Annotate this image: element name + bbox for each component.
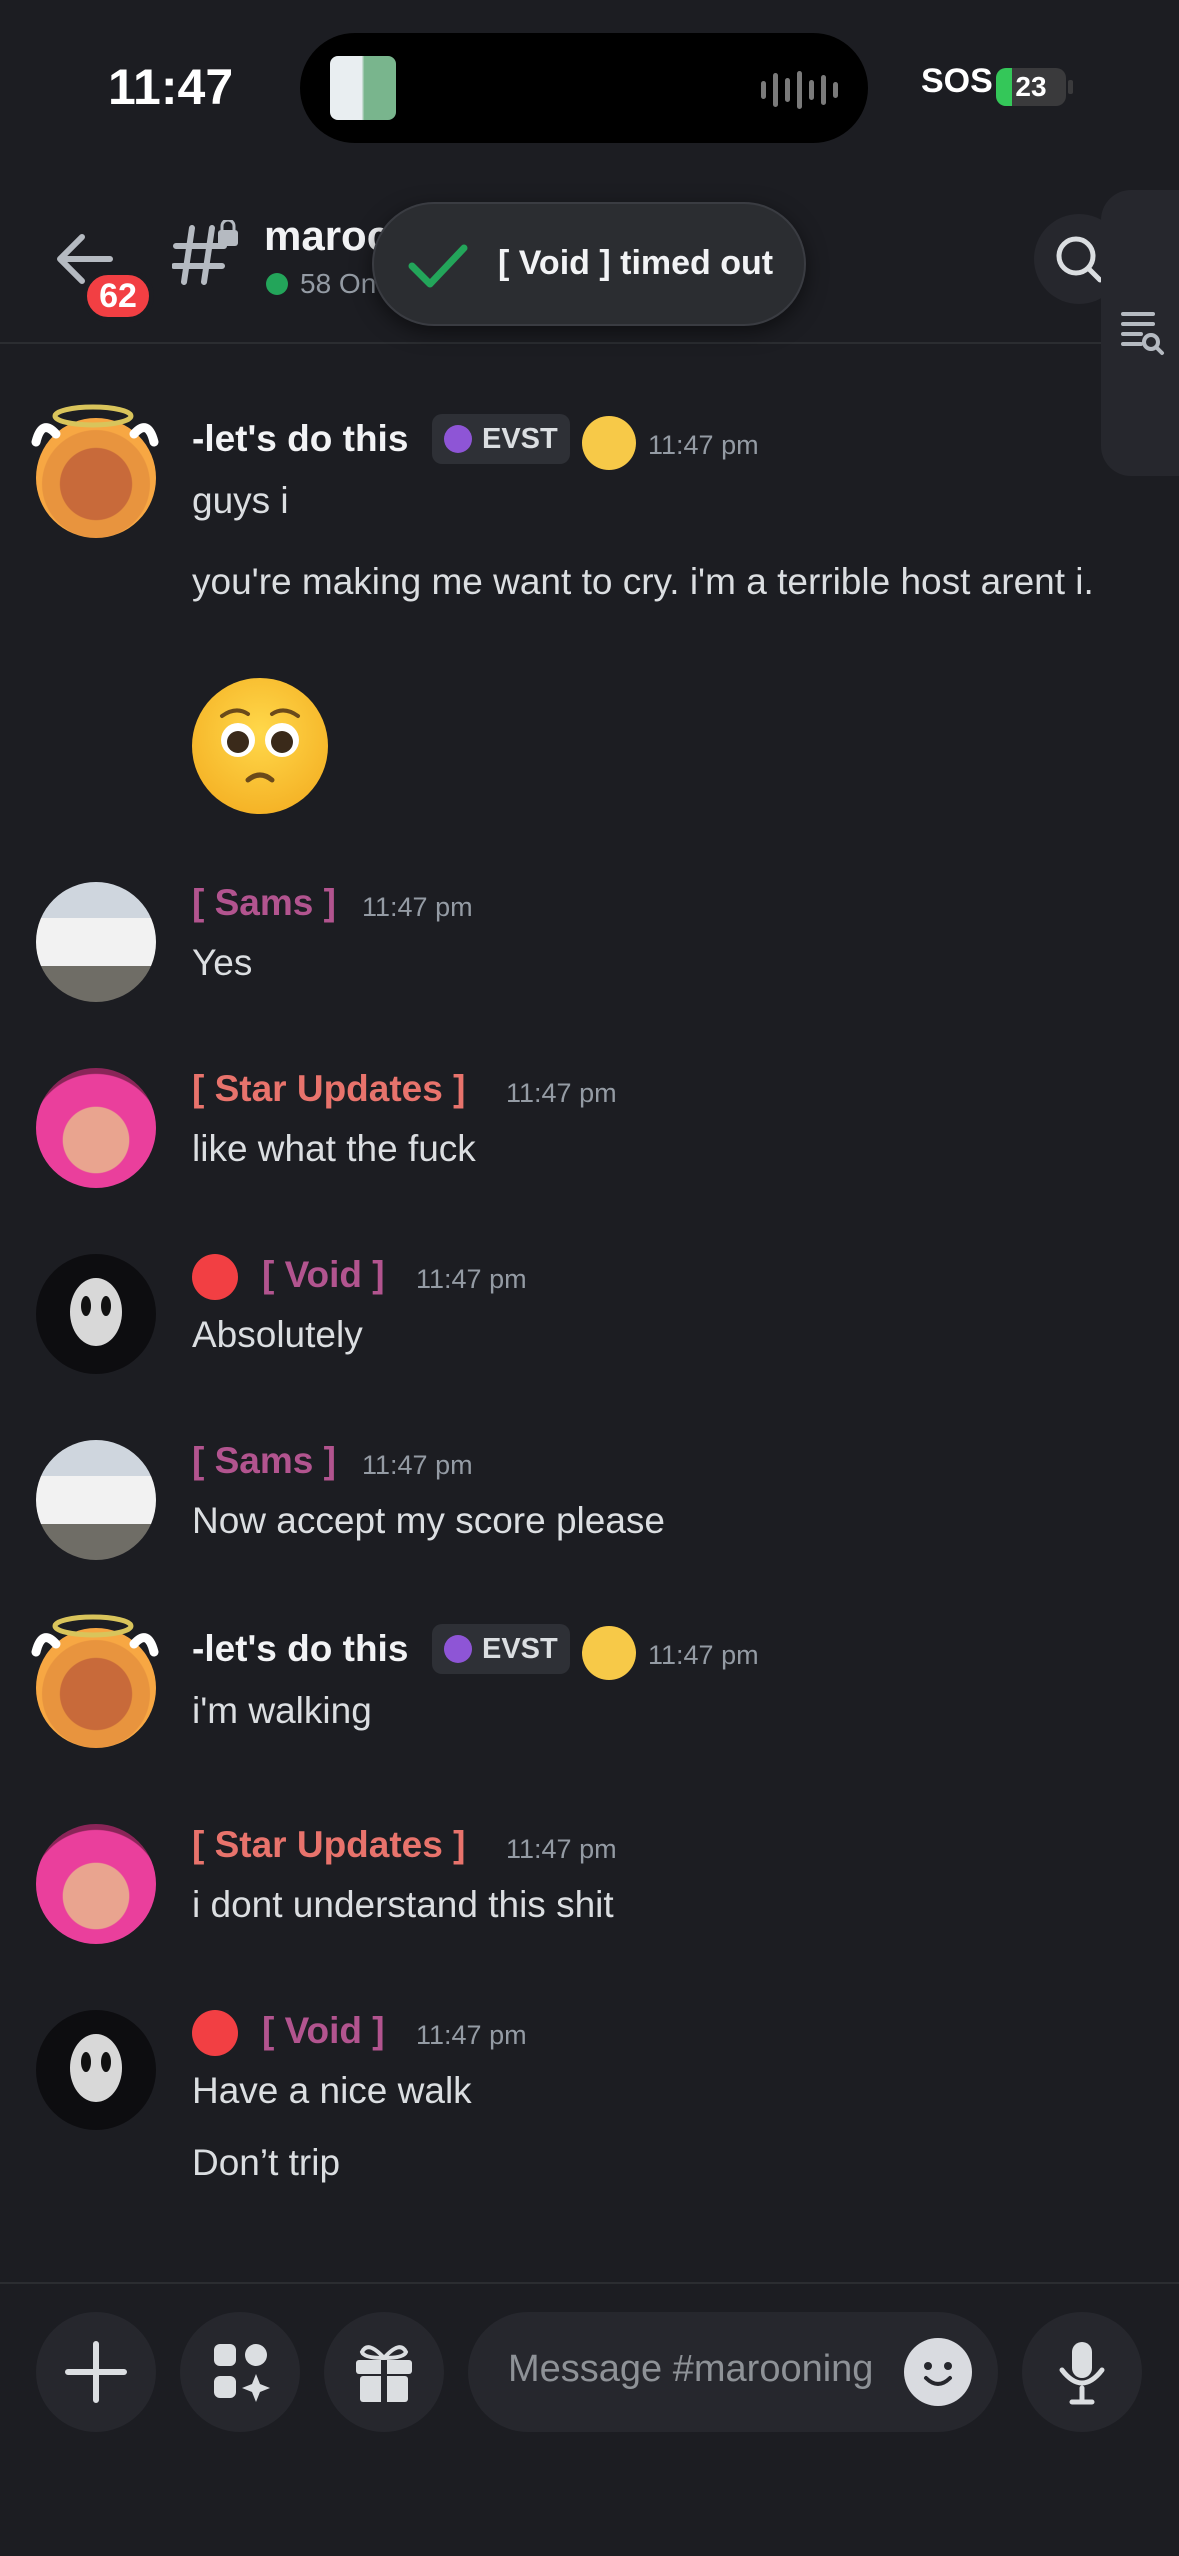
microphone-icon [1059, 2342, 1105, 2405]
timestamp: 11:47 pm [362, 1450, 473, 1480]
timestamp: 11:47 pm [362, 892, 473, 922]
avatar[interactable] [36, 1440, 156, 1560]
timeout-clock-icon [192, 2010, 238, 2056]
timestamp: 11:47 pm [506, 1834, 617, 1864]
message-text: Absolutely [192, 1314, 363, 1355]
avatar[interactable] [36, 1068, 156, 1188]
status-bar: 11:47 SOS 23 [0, 0, 1179, 170]
apps-icon [214, 2344, 270, 2402]
locked-channel-icon [172, 220, 238, 285]
username[interactable]: [ Sams ] [192, 1440, 336, 1482]
message-text: you're making me want to cry. i'm a terr… [192, 561, 1094, 602]
message-composer: Message #marooning [0, 2282, 1179, 2556]
channel-name[interactable]: maroc [264, 212, 384, 260]
message-text: Don’t trip [192, 2142, 341, 2183]
message-text: Have a nice walk [192, 2070, 472, 2111]
avatar[interactable] [36, 1254, 156, 1374]
mushroom-icon [444, 425, 472, 453]
username[interactable]: -let's do this [192, 418, 408, 460]
message-text: guys i [192, 480, 289, 521]
message-text: like what the fuck [192, 1128, 476, 1169]
avatar-decoration-halo [31, 404, 159, 447]
username[interactable]: [ Star Updates ] [192, 1824, 465, 1866]
pleading-face-emoji-icon [192, 678, 328, 814]
unread-badge: 62 [82, 270, 154, 322]
audio-waveform-icon [761, 71, 838, 109]
avatar-decoration-halo [31, 1614, 159, 1657]
message-text: i dont understand this shit [192, 1884, 614, 1925]
channel-header: 62 maroc 58 On [ Void ] timed out [0, 170, 1179, 344]
member-list-tab[interactable] [1101, 190, 1179, 476]
check-icon [408, 244, 468, 288]
clan-tag[interactable]: EVST [432, 414, 570, 464]
voice-message-button[interactable] [1022, 2312, 1142, 2432]
now-playing-artwork [330, 56, 396, 120]
avatar[interactable] [36, 1824, 156, 1944]
message-placeholder: Message #marooning [508, 2348, 874, 2390]
smile-icon [924, 2362, 952, 2386]
timeout-toast: [ Void ] timed out [372, 202, 806, 326]
clock: 11:47 [108, 59, 234, 115]
list-search-icon [1121, 312, 1164, 355]
online-count: 58 On [300, 268, 377, 299]
message-text: Now accept my score please [192, 1500, 665, 1541]
timeout-clock-icon [192, 1254, 238, 1300]
message-text: Yes [192, 942, 253, 983]
timestamp: 11:47 pm [648, 1640, 759, 1670]
dynamic-island[interactable] [300, 33, 868, 143]
username[interactable]: [ Void ] [262, 2010, 385, 2052]
battery-icon: 23 [996, 68, 1066, 106]
avatar[interactable] [36, 882, 156, 1002]
gift-icon [356, 2345, 412, 2404]
add-attachment-button[interactable] [36, 2312, 156, 2432]
toast-text: [ Void ] timed out [498, 244, 774, 282]
avatar[interactable] [36, 2010, 156, 2130]
timestamp: 11:47 pm [506, 1078, 617, 1108]
username[interactable]: -let's do this [192, 1628, 408, 1670]
gift-button[interactable] [324, 2312, 444, 2432]
timestamp: 11:47 pm [416, 1264, 527, 1294]
message-input[interactable]: Message #marooning [468, 2312, 998, 2432]
plus-icon [65, 2341, 127, 2403]
message-text: i'm walking [192, 1690, 372, 1731]
emoji-picker-button[interactable] [904, 2338, 972, 2406]
timestamp: 11:47 pm [648, 430, 759, 460]
sos-indicator: SOS [921, 62, 993, 100]
username[interactable]: [ Sams ] [192, 882, 336, 924]
username[interactable]: [ Void ] [262, 1254, 385, 1296]
status-emoji-icon [582, 1626, 636, 1680]
username[interactable]: [ Star Updates ] [192, 1068, 465, 1110]
clan-tag[interactable]: EVST [432, 1624, 570, 1674]
battery-level: 23 [1015, 71, 1047, 102]
timestamp: 11:47 pm [416, 2020, 527, 2050]
status-emoji-icon [582, 416, 636, 470]
online-status-dot [266, 273, 288, 295]
mushroom-icon [444, 1635, 472, 1663]
apps-button[interactable] [180, 2312, 300, 2432]
